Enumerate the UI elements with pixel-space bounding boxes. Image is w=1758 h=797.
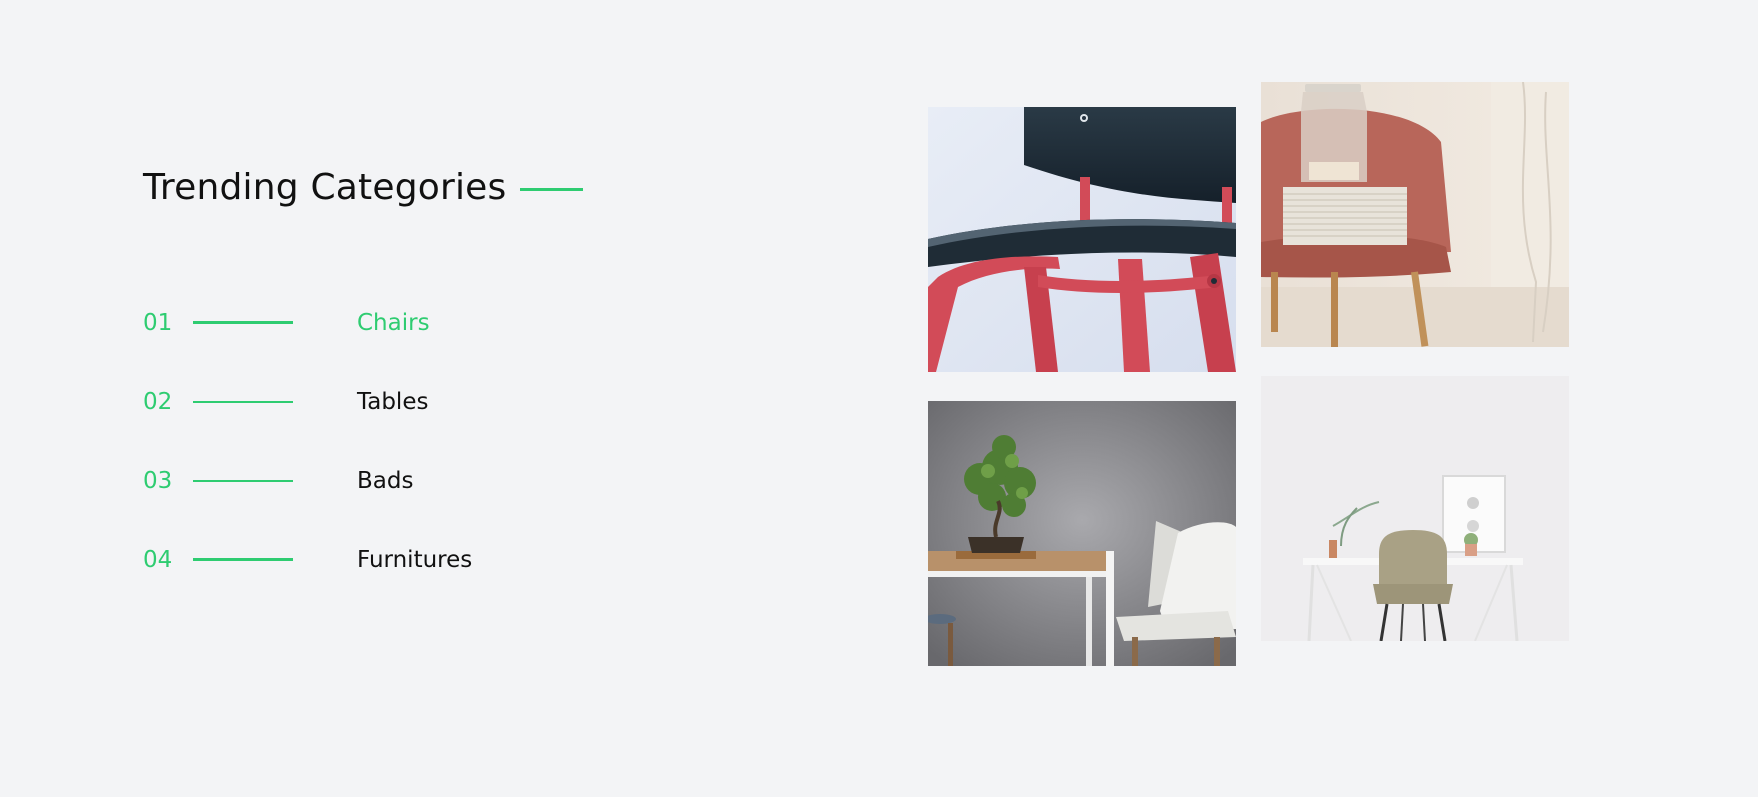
category-number: 03 — [143, 468, 173, 494]
desk-photo[interactable] — [1261, 376, 1569, 641]
category-label[interactable]: Tables — [357, 382, 428, 422]
page-title: Trending Categories — [143, 167, 507, 208]
desk-image — [1261, 376, 1569, 641]
category-line — [193, 321, 293, 324]
table-image — [928, 401, 1236, 666]
category-line — [193, 480, 293, 482]
category-number: 01 — [143, 310, 173, 336]
category-line — [193, 558, 293, 561]
chair-image — [928, 107, 1236, 372]
category-number: 04 — [143, 547, 173, 573]
title-accent-line — [520, 187, 584, 191]
category-item-chairs[interactable]: 01 Chairs — [143, 303, 472, 382]
category-item-furnitures[interactable]: 04 Furnitures — [143, 540, 472, 619]
chair-photo[interactable] — [928, 107, 1236, 372]
velvet-chair-photo[interactable] — [1261, 82, 1569, 347]
category-label[interactable]: Furnitures — [357, 540, 472, 580]
velvet-chair-image — [1261, 82, 1569, 347]
category-list: 01 Chairs 02 Tables 03 Bads 04 Furniture… — [143, 303, 472, 619]
category-line — [193, 401, 293, 403]
trending-categories-section: Trending Categories 01 Chairs 02 Tables … — [0, 0, 1758, 797]
category-number: 02 — [143, 389, 173, 415]
category-item-bads[interactable]: 03 Bads — [143, 461, 472, 540]
category-label[interactable]: Chairs — [357, 303, 430, 343]
category-item-tables[interactable]: 02 Tables — [143, 382, 472, 461]
table-photo[interactable] — [928, 401, 1236, 666]
category-label[interactable]: Bads — [357, 461, 413, 501]
heading-row: Trending Categories — [143, 160, 584, 216]
